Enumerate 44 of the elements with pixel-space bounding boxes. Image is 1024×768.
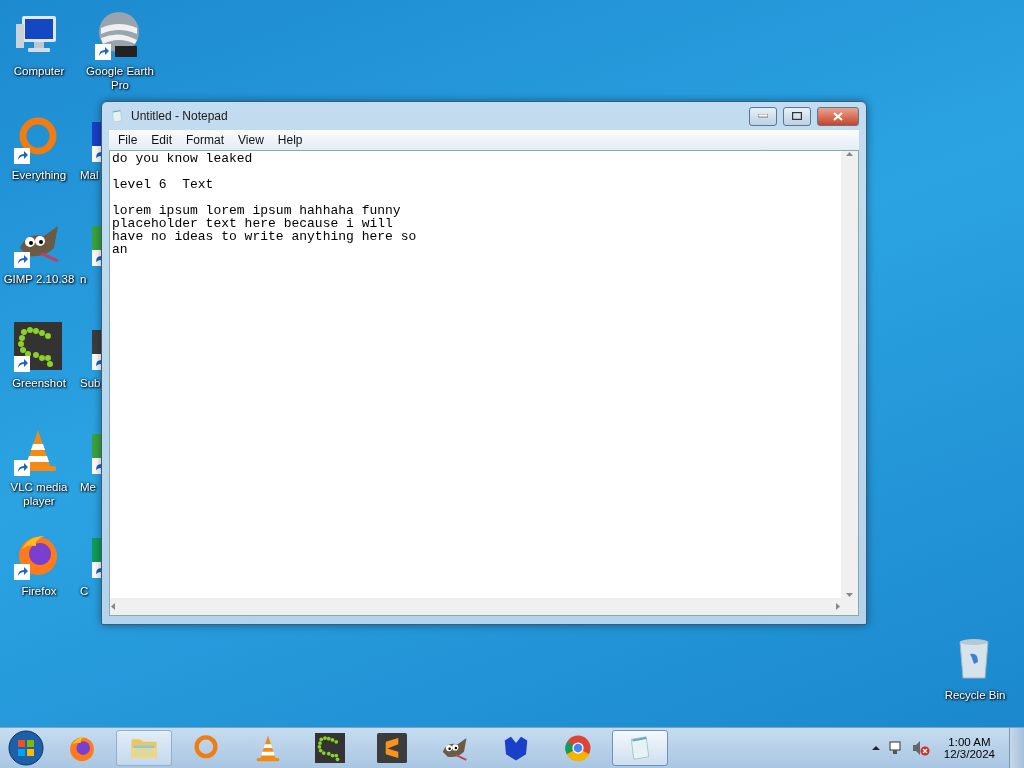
tray-expand-icon[interactable] [871,745,880,751]
icon-label[interactable]: Firefox [21,584,57,598]
text-line: do you know leaked [112,152,254,165]
text-line: an [112,243,129,256]
icon-label[interactable]: Me [80,480,96,494]
menu-item[interactable]: View [231,133,271,147]
minimize-button[interactable] [749,106,777,126]
icon-label[interactable]: GIMP 2.10.38 [3,272,75,286]
menu-item[interactable]: Format [179,133,232,147]
maximize-icon [792,112,802,120]
text-line: lorem ipsum lorem ipsum hahhaha funny [112,204,402,217]
clock[interactable]: 1:00 AM 12/3/2024 [937,736,1001,760]
text-line: placeholder text here because i will [112,217,394,230]
close-icon [833,111,843,121]
text-line: have no ideas to write anything here so [112,230,418,243]
window-title: Untitled - Notepad [131,109,229,123]
icon-label[interactable]: Sub [80,376,101,390]
minimize-icon [758,114,768,118]
text-line: level 6 Text [112,178,215,191]
start-button[interactable] [6,728,46,768]
icon-label[interactable]: Mal [80,168,99,182]
menu-item[interactable]: File [111,133,145,147]
icon-label[interactable]: Recycle Bin [944,688,1006,702]
icon-label[interactable]: Everything [11,168,67,182]
notepad-icon [109,108,125,124]
network-icon[interactable] [887,740,904,756]
close-button[interactable] [817,106,859,126]
sublime-icon [377,733,407,763]
icon-label[interactable]: Computer [13,64,65,78]
scroll-left-icon [110,603,115,610]
icon-label[interactable]: Google Earth Pro [80,64,160,92]
vertical-scrollbar[interactable] [841,151,858,598]
icon-label[interactable]: C [80,584,89,598]
menu-item[interactable]: Edit [144,133,180,147]
horizontal-scrollbar[interactable] [110,598,841,615]
maximize-button[interactable] [783,106,811,126]
icon-label[interactable]: Greenshot [12,376,66,390]
greenshot-icon [315,733,345,763]
greenshot-icon [14,322,62,370]
icon-label[interactable]: n [80,272,87,286]
menu-item[interactable]: Help [270,133,310,147]
icon-label[interactable]: VLC media player [0,480,78,508]
chrome-icon [563,733,593,763]
muted-speaker-icon[interactable] [911,740,930,756]
